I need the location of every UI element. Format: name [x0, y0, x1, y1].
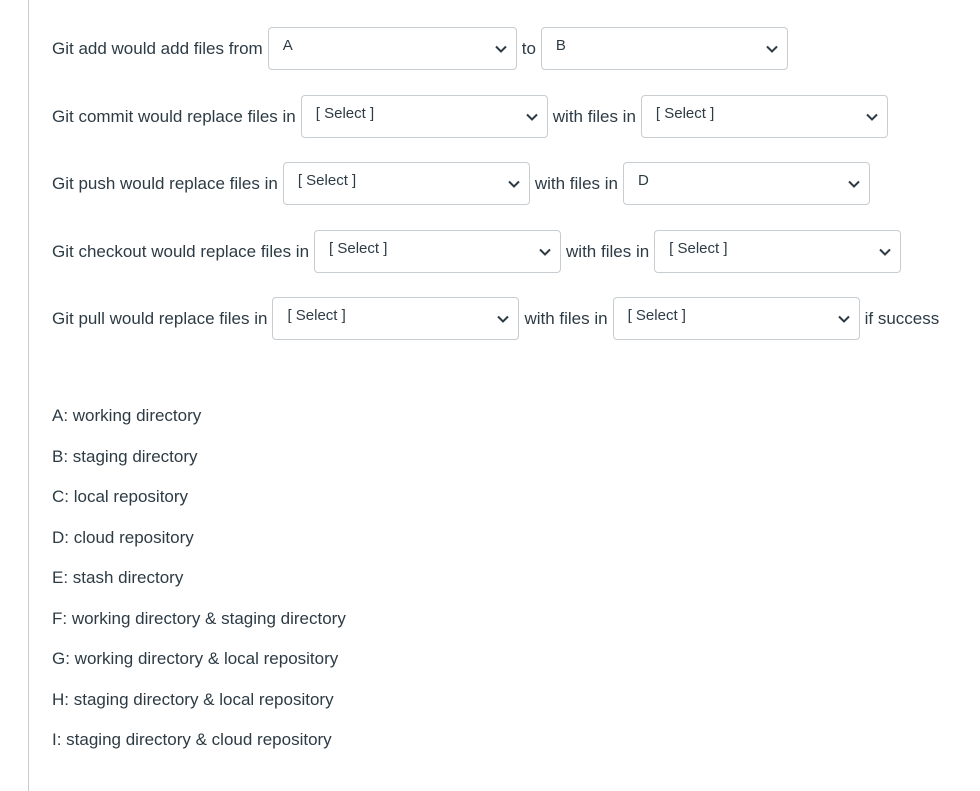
- chevron-down-icon: [495, 45, 507, 53]
- question-git-push: Git push would replace files in [ Select…: [52, 162, 870, 205]
- question-connector: with files in: [524, 308, 608, 328]
- selected-value: [ Select ]: [669, 240, 728, 257]
- selected-value: A: [282, 37, 293, 54]
- question-prefix: Git commit would replace files in: [52, 106, 296, 126]
- question-prefix: Git checkout would replace files in: [52, 241, 310, 261]
- git-push-target-select[interactable]: [ Select ]: [282, 162, 530, 205]
- chevron-down-icon: [526, 113, 538, 121]
- chevron-down-icon: [848, 180, 860, 188]
- selected-value: [ Select ]: [329, 240, 388, 257]
- legend-item: B: staging directory: [52, 446, 198, 466]
- git-pull-target-select[interactable]: [ Select ]: [272, 297, 520, 340]
- legend-item: I: staging directory & cloud repository: [52, 730, 332, 749]
- git-commit-target-select[interactable]: [ Select ]: [300, 95, 548, 138]
- chevron-down-icon: [497, 315, 510, 323]
- question-git-checkout: Git checkout would replace files in [ Se…: [52, 230, 902, 273]
- legend-item: D: cloud repository: [52, 527, 194, 547]
- git-add-source-select[interactable]: A: [267, 27, 517, 70]
- question-git-add: Git add would add files from A to B: [52, 27, 788, 70]
- git-checkout-source-select[interactable]: [ Select ]: [654, 230, 902, 273]
- legend-item: H: staging directory & local repository: [52, 689, 334, 709]
- question-prefix: Git pull would replace files in: [52, 308, 268, 328]
- answer-legend: A: working directory B: staging director…: [52, 404, 346, 769]
- chevron-down-icon: [539, 248, 551, 256]
- selected-value: [ Select ]: [287, 307, 346, 324]
- question-connector: with files in: [552, 106, 636, 126]
- question-prefix: Git add would add files from: [52, 38, 263, 58]
- question-prefix: Git push would replace files in: [52, 173, 278, 193]
- legend-item: A: working directory: [52, 406, 202, 425]
- selected-value: [ Select ]: [297, 172, 357, 189]
- question-git-commit: Git commit would replace files in [ Sele…: [52, 95, 888, 138]
- selected-value: B: [555, 37, 566, 54]
- question-connector: with files in: [566, 241, 650, 261]
- selected-value: D: [637, 172, 649, 189]
- legend-item: G: working directory & local repository: [52, 649, 339, 668]
- chevron-down-icon: [766, 45, 778, 53]
- chevron-down-icon: [866, 113, 878, 121]
- question-connector: to: [521, 38, 536, 58]
- git-add-target-select[interactable]: B: [540, 27, 788, 70]
- selected-value: [ Select ]: [627, 307, 686, 324]
- legend-item: C: local repository: [52, 487, 189, 506]
- git-pull-source-select[interactable]: [ Select ]: [612, 297, 860, 340]
- content-left-border: [28, 0, 29, 791]
- chevron-down-icon: [837, 315, 850, 323]
- git-push-source-select[interactable]: D: [622, 162, 870, 205]
- selected-value: [ Select ]: [655, 105, 715, 122]
- legend-item: E: stash directory: [52, 568, 184, 587]
- chevron-down-icon: [508, 180, 520, 188]
- question-git-pull: Git pull would replace files in [ Select…: [52, 297, 939, 340]
- git-commit-source-select[interactable]: [ Select ]: [640, 95, 888, 138]
- git-checkout-target-select[interactable]: [ Select ]: [314, 230, 562, 273]
- question-connector: with files in: [534, 173, 618, 193]
- question-suffix: if success: [864, 308, 940, 328]
- legend-item: F: working directory & staging directory: [52, 608, 346, 628]
- chevron-down-icon: [879, 248, 891, 256]
- selected-value: [ Select ]: [315, 105, 375, 122]
